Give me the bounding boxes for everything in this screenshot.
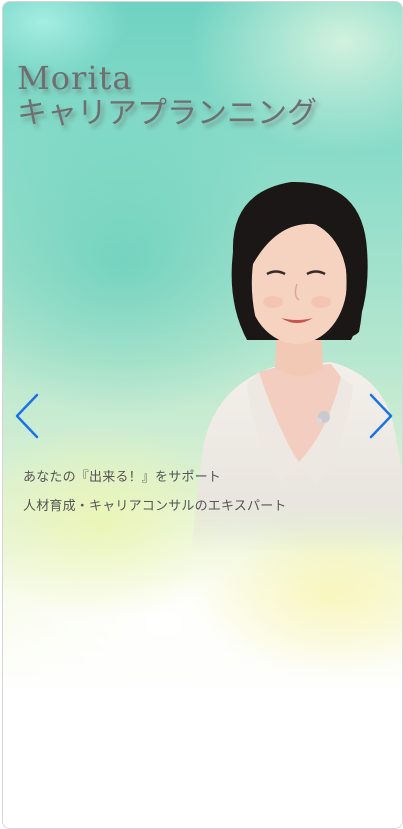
chevron-left-icon — [15, 393, 39, 439]
carousel-next-button[interactable] — [365, 392, 395, 440]
tagline-support: あなたの『出来る！』をサポート — [23, 470, 222, 485]
brand-title: Morita キャリアプランニング — [17, 59, 317, 131]
page-frame: Morita キャリアプランニング あなたの『出来る！』をサポート 人材育成・キ… — [2, 1, 403, 829]
chevron-right-icon — [369, 393, 393, 439]
brand-title-line2: キャリアプランニング — [17, 95, 317, 131]
tagline-expertise: 人材育成・キャリアコンサルのエキスパート — [23, 499, 287, 514]
hero-slide: Morita キャリアプランニング あなたの『出来る！』をサポート 人材育成・キ… — [3, 2, 402, 828]
carousel-prev-button[interactable] — [13, 392, 43, 440]
brand-title-line1: Morita — [17, 59, 133, 97]
